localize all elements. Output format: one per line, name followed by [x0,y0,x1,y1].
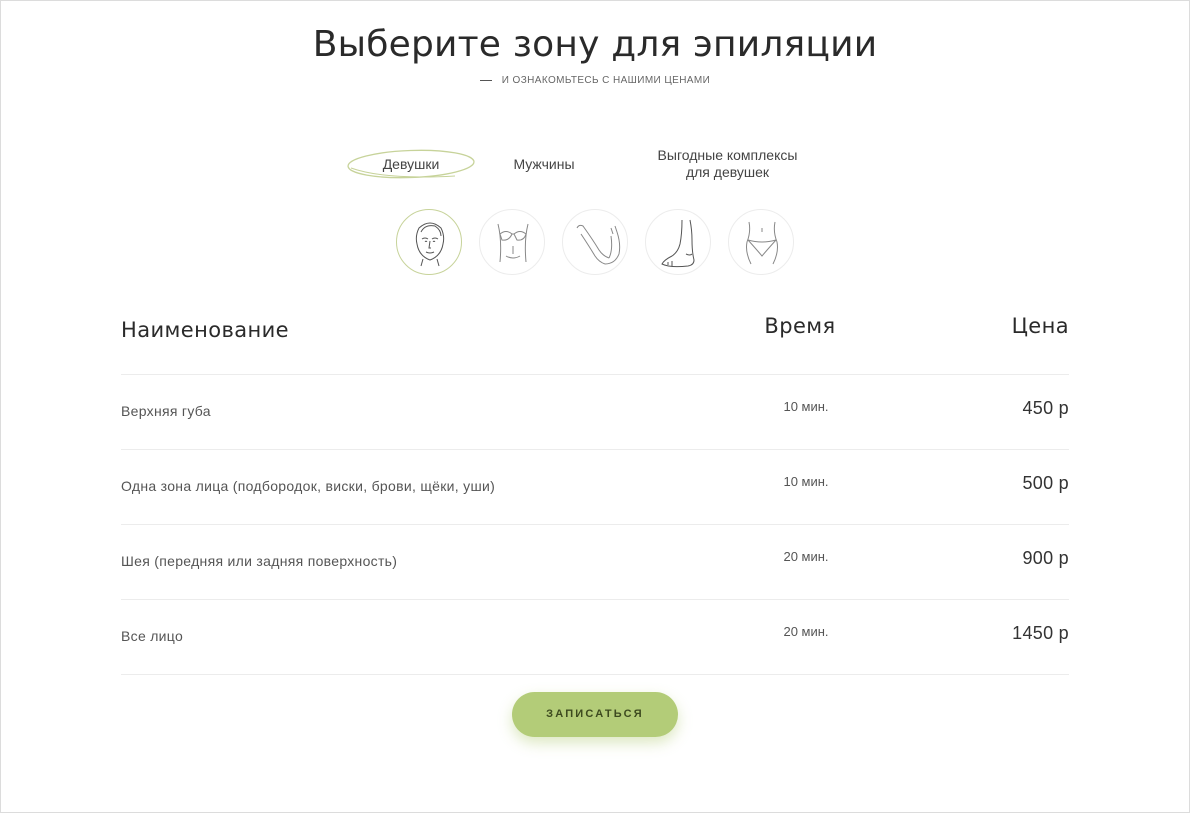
leg-icon [661,219,695,268]
row-2-price: 500 р [1022,473,1069,493]
zone-face-button[interactable] [396,209,462,275]
zone-leg-button[interactable] [645,209,711,275]
row-3-price: 900 р [1022,548,1069,568]
column-header-time: Время [764,314,836,338]
bikini-top-icon [497,223,529,263]
row-2-name: Одна зона лица (подбородок, виски, брови… [121,478,496,494]
page-subtitle: И ОЗНАКОМЬТЕСЬ С НАШИМИ ЦЕНАМИ [0,75,1190,86]
bikini-icon [746,221,778,265]
zone-bikini-button[interactable] [728,209,794,275]
row-1-name: Верхняя губа [121,403,211,419]
book-appointment-button[interactable]: ЗАПИСАТЬСЯ [512,692,678,737]
zone-bikini-top-button[interactable] [479,209,545,275]
tab-men-label: Мужчины [513,156,575,172]
page-title: Выберите зону для эпиляции [312,24,878,65]
row-4-time: 20 мин. [783,624,829,639]
column-header-price: Цена [1011,314,1069,338]
tab-men[interactable]: Мужчины [498,148,590,180]
table-divider [121,374,1069,375]
tab-girls-label: Девушки [382,156,440,172]
tab-combo-label-line1: Выгодные комплексы [657,147,798,163]
tab-combo-label-line2: для девушек [685,164,770,180]
subtitle-dash [479,79,492,81]
row-4-price: 1450 р [1012,623,1069,643]
row-2-time: 10 мин. [783,474,829,489]
table-divider [121,674,1069,675]
subtitle-text: И ОЗНАКОМЬТЕСЬ С НАШИМИ ЦЕНАМИ [501,75,711,86]
table-divider [121,449,1069,450]
row-3-time: 20 мин. [783,549,829,564]
zone-arm-button[interactable] [562,209,628,275]
row-1-price: 450 р [1022,398,1069,418]
row-4-name: Все лицо [121,628,184,644]
row-1-time: 10 мин. [783,399,829,414]
face-icon [415,222,445,267]
tab-girls[interactable]: Девушки [345,148,477,180]
table-divider [121,599,1069,600]
column-header-name: Наименование [121,318,289,342]
arm-icon [576,224,621,265]
table-divider [121,524,1069,525]
tab-combo-girls[interactable]: Выгодные комплексы для девушек [640,147,815,181]
row-3-name: Шея (передняя или задняя поверхность) [121,553,398,569]
